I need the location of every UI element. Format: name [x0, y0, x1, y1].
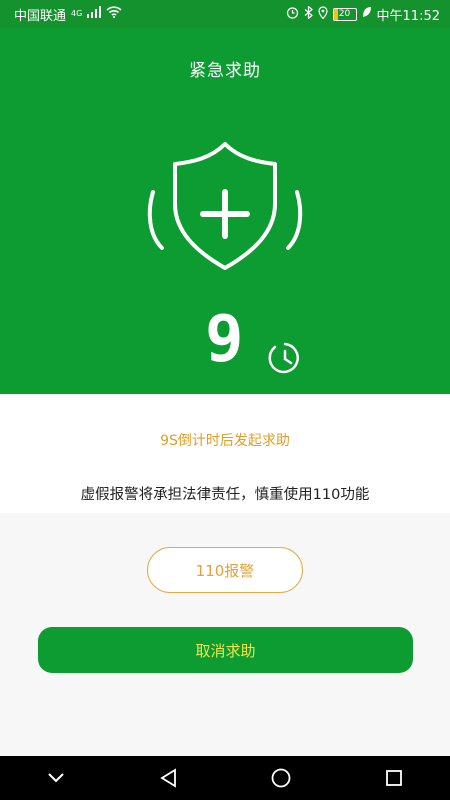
signal-icon: [87, 6, 102, 22]
recents-icon[interactable]: [374, 758, 414, 798]
network-label: 4G: [71, 9, 83, 18]
alarm-icon: [286, 6, 299, 23]
back-icon[interactable]: [149, 758, 189, 798]
status-left: 中国联通 4G: [14, 5, 122, 24]
legal-warning: 虚假报警将承担法律责任，慎重使用110功能: [80, 487, 370, 503]
status-right: 20 中午11:52: [286, 4, 440, 24]
hero-panel: 紧急求助 9: [0, 28, 450, 394]
carrier-label: 中国联通: [14, 8, 67, 24]
leaf-icon: [362, 6, 372, 22]
system-nav-bar: [0, 756, 450, 800]
bluetooth-icon: [304, 4, 313, 23]
wifi-icon: [106, 6, 122, 22]
countdown-digit: 9: [205, 303, 244, 377]
cancel-help-button[interactable]: 取消求助: [38, 627, 413, 673]
countdown-notice: 9S倒计时后发起求助: [160, 433, 290, 449]
info-panel: 9S倒计时后发起求助 虚假报警将承担法律责任，慎重使用110功能: [0, 394, 450, 513]
clock-time: 中午11:52: [376, 8, 440, 24]
shield-plus-icon: [135, 140, 315, 272]
page-title: 紧急求助: [189, 61, 261, 81]
call-110-button[interactable]: 110报警: [147, 547, 303, 593]
chevron-down-icon[interactable]: [36, 758, 76, 798]
battery-icon: 20: [332, 7, 357, 21]
battery-level: 20: [338, 9, 351, 19]
status-bar: 中国联通 4G 20 中午11:52: [0, 0, 450, 28]
home-icon[interactable]: [261, 758, 301, 798]
clock-icon: [268, 341, 302, 375]
location-icon: [317, 5, 328, 23]
